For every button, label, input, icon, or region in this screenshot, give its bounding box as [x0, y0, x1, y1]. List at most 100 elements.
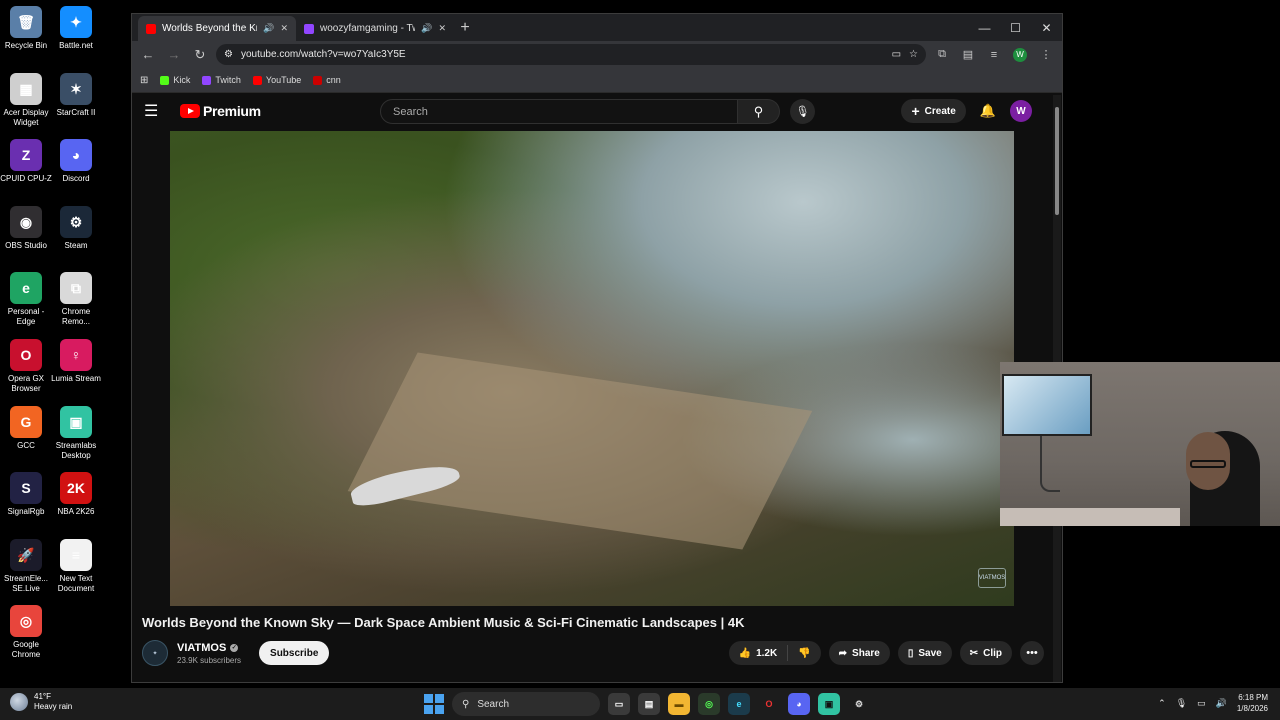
desktop-icon[interactable]: ▣ Streamlabs Desktop — [50, 405, 102, 461]
tab-youtube-video[interactable]: Worlds Beyond the Known 🔊 ✕ — [138, 16, 296, 41]
youtube-logo[interactable]: Premium — [180, 103, 261, 119]
app-icon: 🗑 — [10, 6, 42, 38]
more-actions-button[interactable]: ••• — [1020, 641, 1044, 665]
bookmark-label: Twitch — [215, 75, 241, 85]
desktop-icon[interactable]: 🚀 StreamEle... SE.Live — [0, 538, 52, 594]
bookmark-label: Kick — [173, 75, 191, 85]
side-panel-icon[interactable]: ▤ — [958, 45, 978, 65]
speaker-icon[interactable]: 🔊 — [263, 23, 274, 34]
site-info-icon[interactable]: ⚙ — [224, 49, 233, 60]
desktop-icon[interactable]: ▦ Acer Display Widget — [0, 72, 52, 128]
subscribe-button[interactable]: Subscribe — [259, 641, 330, 665]
account-avatar[interactable]: W — [1010, 100, 1032, 122]
chrome-taskbar-icon[interactable]: ◎ — [698, 693, 720, 715]
maximize-button[interactable]: ☐ — [1000, 14, 1031, 41]
reload-button[interactable]: ↻ — [190, 45, 210, 65]
youtube-icon — [252, 75, 262, 85]
opera-gx-taskbar-icon[interactable]: O — [758, 693, 780, 715]
desktop-icon[interactable]: ◕ Discord — [50, 139, 102, 184]
desktop-icon[interactable]: S SignalRgb — [0, 472, 52, 517]
close-window-button[interactable]: ✕ — [1031, 14, 1062, 41]
like-button[interactable]: 👍 1.2K — [729, 645, 789, 661]
minimize-button[interactable]: — — [969, 14, 1000, 41]
task-view-icon[interactable]: ▭ — [608, 693, 630, 715]
discord-taskbar-icon[interactable]: ◕ — [788, 693, 810, 715]
display-tray-icon[interactable]: ▭ — [1197, 698, 1206, 709]
speaker-icon[interactable]: 🔊 — [421, 23, 432, 34]
desktop-icon[interactable]: ⚙ Steam — [50, 205, 102, 251]
scrollbar-thumb[interactable] — [1055, 107, 1059, 215]
channel-name-row[interactable]: VIATMOS ✓ — [177, 642, 241, 654]
channel-avatar[interactable]: ✦ — [142, 640, 168, 666]
app-taskbar-icon[interactable]: ⚙ — [848, 693, 870, 715]
desktop-icon[interactable]: ✦ Battle.net — [50, 6, 102, 51]
streamlabs-taskbar-icon[interactable]: ▣ — [818, 693, 840, 715]
video-player[interactable]: VIATMOS — [170, 131, 1014, 606]
profile-button[interactable]: W — [1010, 45, 1030, 65]
browser-menu-icon[interactable]: ⋮ — [1036, 45, 1056, 65]
rain-cloud-icon — [10, 693, 28, 711]
forward-button[interactable]: → — [164, 45, 184, 65]
bookmark-youtube[interactable]: YouTube — [252, 75, 301, 85]
desktop-icon-label: Streamlabs Desktop — [55, 440, 97, 460]
new-tab-button[interactable]: + — [454, 17, 476, 39]
dislike-button[interactable]: 👎 — [788, 648, 820, 659]
desktop-icon[interactable]: ◎ Google Chrome — [0, 605, 52, 660]
desktop-icon[interactable]: ✶ StarCraft II — [50, 72, 102, 118]
channel-watermark[interactable]: VIATMOS — [978, 568, 1006, 588]
clip-button[interactable]: ✂ Clip — [959, 641, 1012, 665]
volume-icon[interactable]: 🔊 — [1216, 698, 1227, 709]
start-button[interactable] — [424, 694, 444, 714]
extensions-icon[interactable]: ⧉ — [932, 45, 952, 65]
voice-search-button[interactable]: 🎙 — [790, 99, 815, 124]
weather-widget[interactable]: 41°F Heavy rain — [10, 692, 72, 712]
bookmark-twitch[interactable]: Twitch — [202, 75, 241, 85]
clock[interactable]: 6:18 PM 1/8/2026 — [1237, 692, 1268, 714]
video-thumbnail-platform — [347, 352, 813, 550]
media-control-icon[interactable]: ≡ — [984, 45, 1004, 65]
search-input[interactable]: Search — [380, 99, 738, 124]
tab-twitch[interactable]: woozyfamgaming - Twitch 🔊 ✕ — [296, 16, 454, 41]
desktop-icon[interactable]: 🗑 Recycle Bin — [0, 6, 52, 51]
share-button[interactable]: ➦ Share — [828, 641, 890, 665]
taskbar-center: ⚲ Search ▭ ▤ ▬ ◎ e O ◕ ▣ ⚙ — [424, 692, 870, 716]
desktop-icon[interactable]: O Opera GX Browser — [0, 339, 52, 394]
desktop-icon[interactable]: ◉ OBS Studio — [0, 205, 52, 251]
weather-temperature: 41°F — [34, 692, 51, 701]
microphone-tray-icon[interactable]: 🎙 — [1176, 698, 1187, 709]
bookmark-cnn[interactable]: cnn — [313, 75, 341, 85]
desktop-icon[interactable]: Z CPUID CPU-Z — [0, 139, 52, 184]
channel-name[interactable]: VIATMOS — [177, 642, 226, 654]
desktop-icon-label: Chrome Remo... — [61, 307, 91, 327]
desktop-icon[interactable]: G GCC — [0, 405, 52, 451]
desktop-icon-label: OBS Studio — [5, 240, 47, 250]
desktop-icon[interactable]: ♀ Lumia Stream — [50, 339, 102, 384]
cast-icon[interactable]: ▭ — [892, 49, 901, 60]
apps-grid-icon[interactable]: ⊞ — [140, 75, 148, 86]
notifications-bell-icon[interactable]: 🔔 — [980, 103, 996, 119]
edge-taskbar-icon[interactable]: e — [728, 693, 750, 715]
close-tab-icon[interactable]: ✕ — [438, 23, 446, 34]
hamburger-menu-icon[interactable]: ☰ — [144, 101, 168, 121]
create-button[interactable]: + Create — [901, 99, 966, 123]
tab-title: woozyfamgaming - Twitch — [320, 23, 415, 34]
desktop-icon[interactable]: e Personal - Edge — [0, 272, 52, 327]
channel-row: ✦ VIATMOS ✓ 23.9K subscribers Subscribe … — [142, 637, 1044, 669]
taskbar-search[interactable]: ⚲ Search — [452, 692, 600, 716]
save-label: Save — [918, 647, 942, 659]
desktop-icon-label: NBA 2K26 — [57, 507, 95, 517]
bookmark-kick[interactable]: Kick — [160, 75, 190, 85]
desktop-icon[interactable]: ≡ New Text Document — [50, 538, 102, 594]
save-button[interactable]: ▯ Save — [897, 641, 952, 665]
file-explorer-icon[interactable]: ▬ — [668, 693, 690, 715]
desktop-icon[interactable]: ⧉ Chrome Remo... — [50, 272, 102, 327]
bookmark-star-icon[interactable]: ☆ — [909, 49, 918, 60]
desktop-icon[interactable]: 2K NBA 2K26 — [50, 472, 102, 517]
header-actions: + Create 🔔 W — [901, 99, 1032, 123]
back-button[interactable]: ← — [138, 45, 158, 65]
close-tab-icon[interactable]: ✕ — [280, 23, 288, 34]
desktop-app-icon[interactable]: ▤ — [638, 693, 660, 715]
address-bar[interactable]: ⚙ youtube.com/watch?v=wo7YaIc3Y5E ▭ ☆ — [216, 44, 926, 65]
tray-overflow-chevron-icon[interactable]: ⌃ — [1158, 698, 1166, 709]
search-button[interactable]: ⚲ — [738, 99, 780, 124]
